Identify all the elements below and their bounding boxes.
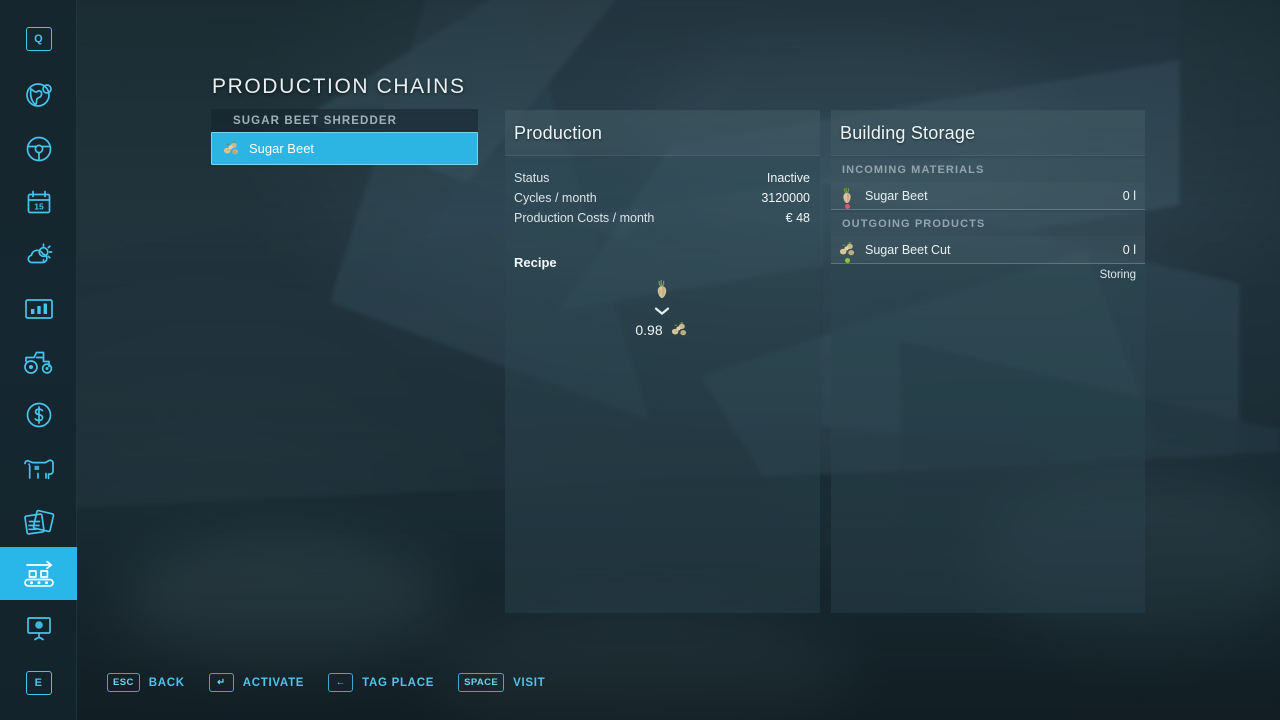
field-label: Production Costs / month: [514, 211, 655, 225]
storage-panel-title: Building Storage: [840, 122, 976, 143]
hint-tag-place[interactable]: ← TAG PLACE: [328, 673, 434, 692]
production-panel-header: Production: [505, 111, 820, 156]
calendar-icon: 15: [27, 190, 50, 213]
list-item-label: Sugar Beet: [249, 141, 315, 156]
key-left-arrow: ←: [328, 673, 354, 692]
key-hint-bar: ESC BACK ↵ ACTIVATE ← TAG PLACE SPACE VI…: [107, 673, 545, 692]
storage-section-outgoing-heading: OUTGOING PRODUCTS: [831, 212, 1145, 236]
storage-row-amount: 0 l: [1122, 242, 1136, 257]
hint-back[interactable]: ESC BACK: [107, 673, 185, 692]
building-storage-panel: Building Storage INCOMING MATERIALS Suga…: [831, 110, 1145, 613]
dollar-circle-icon: [26, 402, 51, 427]
production-panel-body: Status Inactive Cycles / month 3120000 P…: [505, 156, 820, 339]
production-chain-list: SUGAR BEET SHREDDER Sugar Beet: [211, 109, 478, 165]
sidebar-item-finances[interactable]: [0, 388, 77, 441]
storage-row-substatus: Storing: [1099, 269, 1136, 281]
field-value: 3120000: [761, 191, 810, 205]
sidebar-item-vehicles[interactable]: [0, 122, 77, 175]
svg-text:15: 15: [34, 201, 44, 211]
sidebar-item-weather[interactable]: [0, 228, 77, 281]
storage-row-name: Sugar Beet Cut: [865, 242, 951, 257]
key-enter: ↵: [208, 673, 234, 692]
sidebar-item-calendar[interactable]: 15: [0, 176, 77, 229]
sidebar-item-animals[interactable]: [0, 442, 77, 495]
sidebar-item-machines[interactable]: [0, 335, 77, 388]
recipe-output: 0.98: [635, 320, 688, 339]
storage-row-name: Sugar Beet: [865, 188, 928, 203]
list-group-header: SUGAR BEET SHREDDER: [211, 109, 478, 132]
field-label: Cycles / month: [514, 191, 597, 205]
recipe-label: Recipe: [514, 255, 557, 270]
list-item[interactable]: Sugar Beet: [211, 132, 478, 165]
production-field-costs: Production Costs / month € 48: [514, 208, 810, 228]
e-key-icon: E: [25, 670, 52, 695]
presentation-icon: [26, 616, 51, 640]
sugar-beet-icon: [843, 186, 851, 203]
sugar-beet-cut-icon: [671, 322, 686, 336]
hint-label: TAG PLACE: [362, 676, 435, 689]
sidebar-item-map[interactable]: [0, 68, 77, 121]
sidebar: Q 15 E: [0, 0, 77, 720]
production-field-status: Status Inactive: [514, 168, 810, 188]
sugar-beet-cut-icon: [839, 241, 855, 255]
key-esc: ESC: [107, 673, 140, 692]
sidebar-item-help-key[interactable]: Q: [0, 12, 77, 65]
hint-label: VISIT: [513, 676, 546, 689]
sidebar-item-gallery[interactable]: [0, 601, 77, 654]
hint-visit[interactable]: SPACE VISIT: [458, 673, 545, 692]
sidebar-item-contracts[interactable]: [0, 496, 77, 549]
sidebar-item-exit-key[interactable]: E: [0, 656, 77, 709]
tractor-icon: [23, 351, 52, 374]
chevron-down-icon: [654, 307, 670, 315]
field-value: Inactive: [766, 171, 810, 185]
field-label: Status: [514, 171, 550, 185]
storage-panel-header: Building Storage: [831, 111, 1145, 156]
conveyor-belt-icon: [23, 560, 54, 587]
cow-icon: [23, 458, 54, 479]
hint-label: BACK: [148, 676, 185, 689]
storage-row-outgoing[interactable]: Sugar Beet Cut 0 l: [831, 236, 1145, 264]
storage-row-icon-wrap: [838, 240, 858, 263]
key-space: SPACE: [458, 673, 505, 692]
sidebar-item-statistics[interactable]: [0, 282, 77, 335]
recipe-flow: 0.98: [514, 278, 810, 339]
storage-section-incoming-heading: INCOMING MATERIALS: [831, 158, 1145, 182]
page-title: PRODUCTION CHAINS: [212, 75, 466, 98]
storage-row-amount: 0 l: [1122, 188, 1136, 203]
field-value: € 48: [785, 211, 810, 225]
production-panel-title: Production: [514, 122, 603, 143]
globe-icon: [25, 82, 52, 107]
q-key-icon: Q: [25, 26, 52, 51]
steering-wheel-icon: [26, 136, 51, 161]
hint-label: ACTIVATE: [242, 676, 305, 689]
weather-icon: [27, 242, 52, 263]
status-dot: [845, 257, 850, 263]
sidebar-item-production[interactable]: [0, 547, 77, 600]
storage-row-incoming[interactable]: Sugar Beet 0 l: [831, 182, 1145, 210]
status-dot: [845, 203, 850, 209]
recipe-output-amount: 0.98: [635, 321, 663, 338]
sugar-beet-icon: [657, 279, 667, 299]
hint-activate[interactable]: ↵ ACTIVATE: [208, 673, 305, 692]
documents-icon: [23, 509, 54, 535]
storage-row-icon-wrap: [838, 186, 858, 209]
sugar-beet-cut-icon: [223, 141, 239, 155]
production-panel: Production Status Inactive Cycles / mont…: [505, 110, 820, 613]
production-field-cycles: Cycles / month 3120000: [514, 188, 810, 208]
bar-chart-icon: [24, 298, 53, 319]
